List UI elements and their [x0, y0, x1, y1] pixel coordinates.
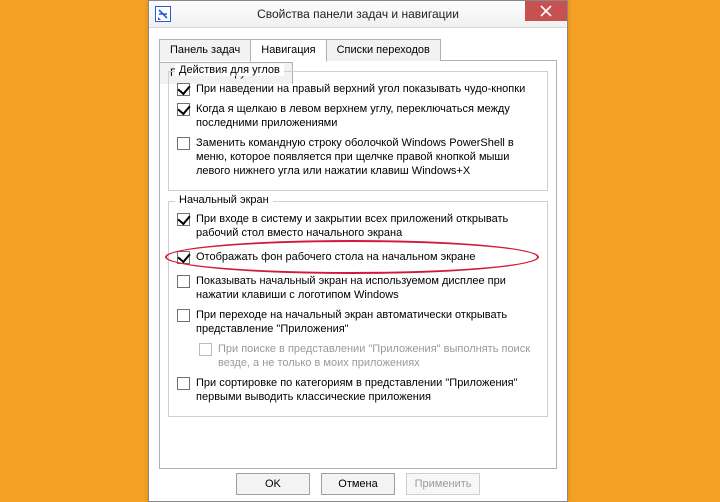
checkbox-icon[interactable] [177, 275, 190, 288]
opt-label: Отображать фон рабочего стола на начальн… [196, 250, 539, 264]
opt-label: При входе в систему и закрытии всех прил… [196, 212, 539, 240]
opt-replace-powershell[interactable]: Заменить командную строку оболочкой Wind… [177, 136, 539, 178]
tab-strip: Панель задачНавигацияСписки переходовПан… [159, 38, 557, 61]
dialog-window: Свойства панели задач и навигации Панель… [148, 0, 568, 502]
tab-taskbar[interactable]: Панель задач [159, 39, 251, 61]
apply-button: Применить [406, 473, 480, 495]
checkbox-icon[interactable] [177, 213, 190, 226]
tab-navigation[interactable]: Навигация [250, 39, 326, 62]
checkbox-icon[interactable] [177, 137, 190, 150]
checkbox-icon [199, 343, 212, 356]
checkbox-icon[interactable] [177, 377, 190, 390]
opt-desktop-background-on-start[interactable]: Отображать фон рабочего стола на начальн… [177, 246, 539, 268]
checkbox-icon[interactable] [177, 309, 190, 322]
cancel-button[interactable]: Отмена [321, 473, 395, 495]
opt-top-right-charms[interactable]: При наведении на правый верхний угол пок… [177, 82, 539, 96]
group-corner-actions-title: Действия для углов [175, 64, 284, 76]
group-start-screen-title: Начальный экран [175, 194, 273, 206]
opt-label: Когда я щелкаю в левом верхнем углу, пер… [196, 102, 539, 130]
window-title: Свойства панели задач и навигации [149, 1, 567, 27]
checkbox-icon[interactable] [177, 83, 190, 96]
titlebar: Свойства панели задач и навигации [149, 1, 567, 28]
ok-button[interactable]: OK [236, 473, 310, 495]
opt-search-everywhere: При поиске в представлении "Приложения" … [199, 342, 539, 370]
opt-classic-apps-first[interactable]: При сортировке по категориям в представл… [177, 376, 539, 404]
opt-start-on-display[interactable]: Показывать начальный экран на используем… [177, 274, 539, 302]
group-corner-actions: Действия для углов При наведении на прав… [168, 71, 548, 191]
opt-label: Заменить командную строку оболочкой Wind… [196, 136, 539, 178]
tab-page-navigation: Действия для углов При наведении на прав… [159, 61, 557, 469]
opt-label: При наведении на правый верхний угол пок… [196, 82, 539, 96]
opt-label: При сортировке по категориям в представл… [196, 376, 539, 404]
opt-label: Показывать начальный экран на используем… [196, 274, 539, 302]
dialog-buttons: OK Отмена Применить [149, 473, 567, 495]
tab-jumplists[interactable]: Списки переходов [326, 39, 441, 61]
opt-label: При поиске в представлении "Приложения" … [218, 342, 539, 370]
opt-signin-desktop[interactable]: При входе в систему и закрытии всех прил… [177, 212, 539, 240]
checkbox-icon[interactable] [177, 251, 190, 264]
close-button[interactable] [525, 1, 567, 21]
opt-label: При переходе на начальный экран автомати… [196, 308, 539, 336]
opt-top-left-switch[interactable]: Когда я щелкаю в левом верхнем углу, пер… [177, 102, 539, 130]
opt-open-apps-view[interactable]: При переходе на начальный экран автомати… [177, 308, 539, 336]
group-start-screen: Начальный экран При входе в систему и за… [168, 201, 548, 417]
checkbox-icon[interactable] [177, 103, 190, 116]
